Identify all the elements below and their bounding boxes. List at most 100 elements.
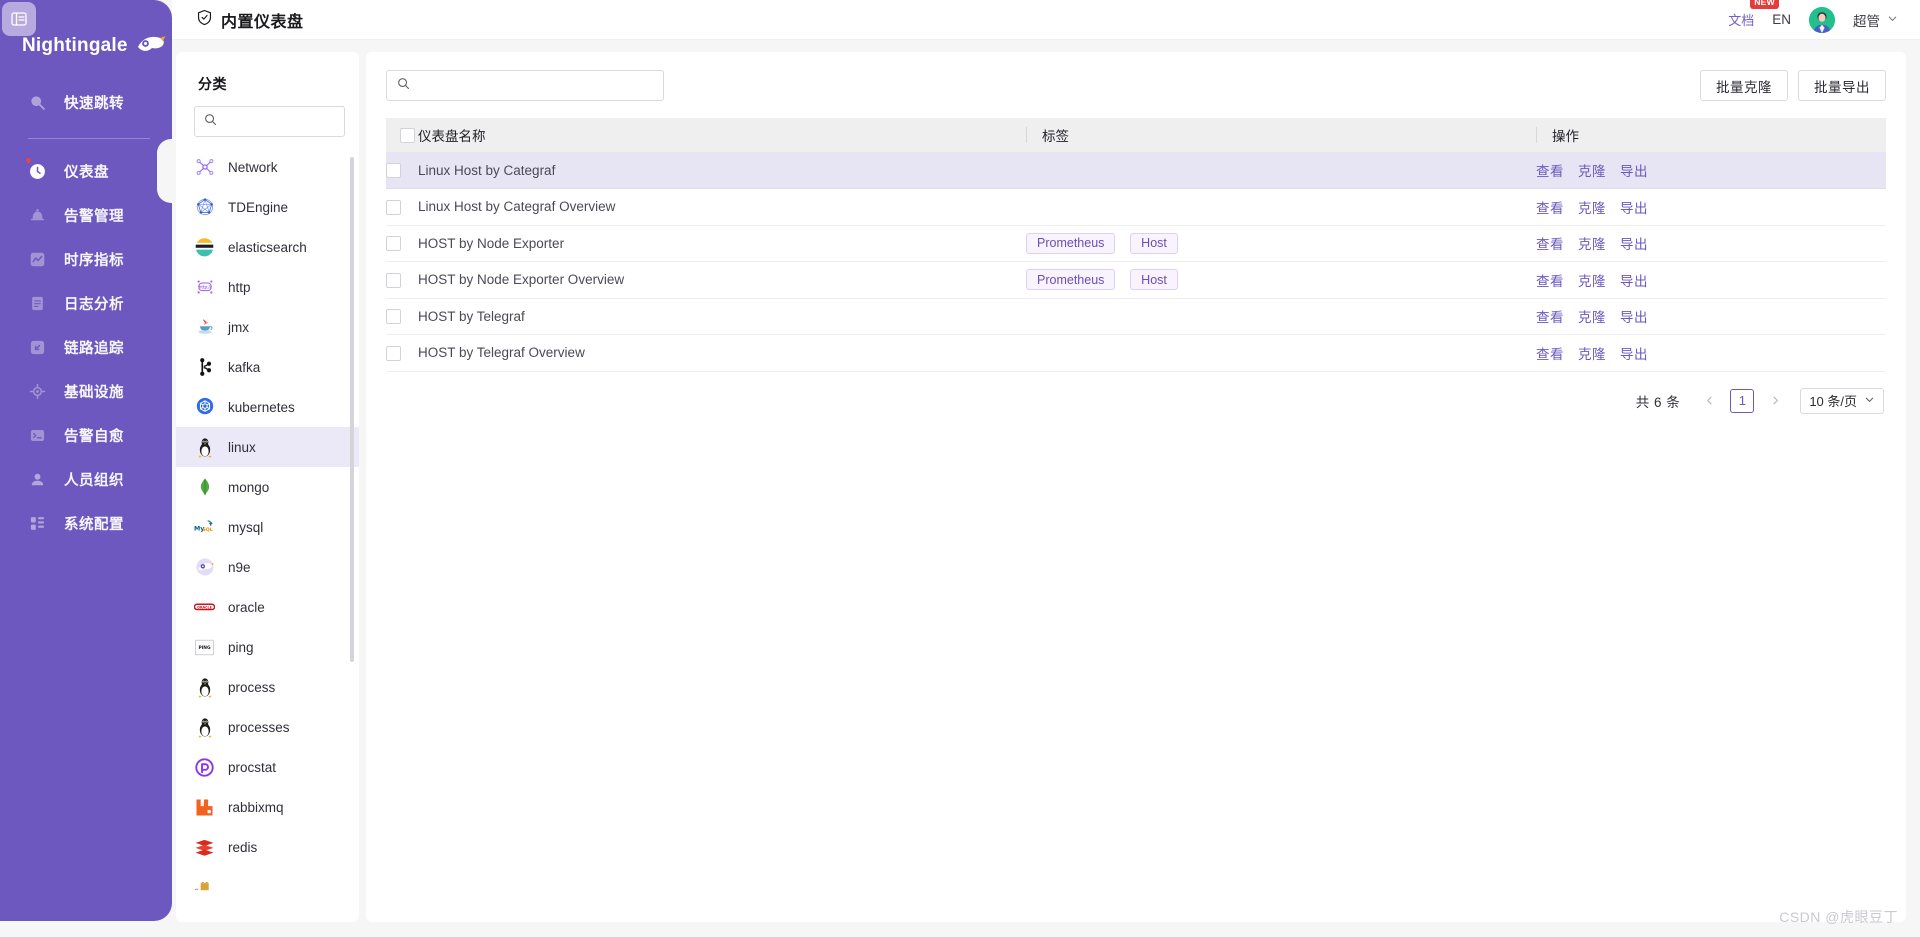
chevron-down-icon (1887, 13, 1898, 27)
tag-badge[interactable]: Host (1130, 269, 1178, 291)
category-item-n9e[interactable]: n9e (176, 547, 359, 587)
ping-icon: PING (194, 637, 215, 658)
sidebar-item-dashboard[interactable]: 仪表盘 (0, 139, 172, 203)
batch-export-button[interactable]: 批量导出 (1798, 70, 1886, 101)
column-header-name: 仪表盘名称 (418, 118, 1026, 152)
category-item-oracle[interactable]: ORACLE oracle (176, 587, 359, 627)
row-checkbox[interactable] (386, 309, 401, 325)
category-item-process[interactable]: process (176, 667, 359, 707)
category-item-jmx[interactable]: jmx (176, 307, 359, 347)
category-item-rabbixmq[interactable]: rabbixmq (176, 787, 359, 827)
row-select-cell (386, 188, 418, 226)
category-item-kafka[interactable]: kafka (176, 347, 359, 387)
sidebar-item-quick-jump[interactable]: 快速跳转 (0, 80, 172, 124)
row-checkbox[interactable] (386, 272, 401, 288)
category-item-partial[interactable] (176, 867, 359, 907)
sidebar-collapse-icon[interactable] (2, 2, 36, 36)
table-row[interactable]: Linux Host by Categraf 查看 克隆 导出 (386, 152, 1886, 189)
category-item-processes[interactable]: processes (176, 707, 359, 747)
sidebar-item-infrastructure[interactable]: 基础设施 (0, 369, 172, 413)
export-link[interactable]: 导出 (1620, 233, 1648, 253)
view-link[interactable]: 查看 (1536, 270, 1564, 290)
list-toolbar: 批量克隆 批量导出 (366, 52, 1906, 101)
chevron-left-icon[interactable] (1697, 389, 1721, 413)
page-size-select[interactable]: 10 条/页 (1800, 387, 1884, 414)
view-link[interactable]: 查看 (1536, 306, 1564, 326)
page-number-1[interactable]: 1 (1730, 388, 1755, 413)
dashboard-search[interactable] (386, 70, 664, 101)
clone-link[interactable]: 克隆 (1578, 270, 1606, 290)
sidebar-item-tracing[interactable]: 链路追踪 (0, 325, 172, 369)
tag-badge[interactable]: Prometheus (1026, 269, 1116, 291)
export-link[interactable]: 导出 (1620, 160, 1648, 180)
row-checkbox[interactable] (386, 236, 401, 252)
table-header-row: 仪表盘名称 标签 操作 (386, 118, 1886, 152)
java-icon (194, 317, 215, 338)
user-menu[interactable]: 超管 (1853, 10, 1898, 30)
category-search-input[interactable] (224, 114, 335, 129)
procstat-icon (194, 757, 215, 778)
sidebar-item-metrics[interactable]: 时序指标 (0, 237, 172, 281)
partial-icon (194, 877, 215, 898)
clone-link[interactable]: 克隆 (1578, 160, 1606, 180)
row-checkbox[interactable] (386, 345, 401, 361)
sidebar-item-logs[interactable]: 日志分析 (0, 281, 172, 325)
row-tags-cell (1026, 188, 1536, 226)
table-row[interactable]: HOST by Node Exporter Overview Prometheu… (386, 261, 1886, 299)
category-item-mongo[interactable]: mongo (176, 467, 359, 507)
category-item-linux[interactable]: linux (176, 427, 359, 467)
docs-link[interactable]: 文档 NEW (1728, 0, 1779, 29)
row-checkbox[interactable] (386, 199, 401, 215)
export-link[interactable]: 导出 (1620, 197, 1648, 217)
category-item-tdengine[interactable]: TDEngine (176, 187, 359, 227)
view-link[interactable]: 查看 (1536, 233, 1564, 253)
table-row[interactable]: Linux Host by Categraf Overview 查看 克隆 导出 (386, 188, 1886, 226)
sidebar-item-label: 人员组织 (64, 472, 124, 489)
row-action-links: 查看 克隆 导出 (1536, 270, 1886, 290)
category-item-elasticsearch[interactable]: elasticsearch (176, 227, 359, 267)
category-item-kubernetes[interactable]: kubernetes (176, 387, 359, 427)
target-icon (28, 382, 46, 400)
document-icon (28, 294, 46, 312)
clone-link[interactable]: 克隆 (1578, 343, 1606, 363)
row-checkbox[interactable] (386, 162, 401, 178)
export-link[interactable]: 导出 (1620, 343, 1648, 363)
avatar[interactable] (1809, 6, 1835, 33)
category-item-procstat[interactable]: procstat (176, 747, 359, 787)
table-row[interactable]: HOST by Telegraf Overview 查看 克隆 导出 (386, 334, 1886, 372)
category-item-ping[interactable]: PING ping (176, 627, 359, 667)
view-link[interactable]: 查看 (1536, 343, 1564, 363)
sidebar-item-system-config[interactable]: 系统配置 (0, 501, 172, 545)
clone-link[interactable]: 克隆 (1578, 306, 1606, 326)
category-item-http[interactable]: http:// http (176, 267, 359, 307)
tag-badge[interactable]: Prometheus (1026, 232, 1116, 254)
sidebar-item-label: 仪表盘 (64, 164, 109, 181)
sidebar-item-label: 时序指标 (64, 252, 124, 269)
sidebar-item-personnel[interactable]: 人员组织 (0, 457, 172, 501)
category-item-mysql[interactable]: My SQL mysql (176, 507, 359, 547)
batch-clone-button[interactable]: 批量克隆 (1700, 70, 1788, 101)
category-item-redis[interactable]: redis (176, 827, 359, 867)
clone-link[interactable]: 克隆 (1578, 233, 1606, 253)
category-item-network[interactable]: Network (176, 147, 359, 187)
row-action-links: 查看 克隆 导出 (1536, 233, 1886, 253)
clone-link[interactable]: 克隆 (1578, 197, 1606, 217)
table-row[interactable]: HOST by Node Exporter Prometheus Host 查看… (386, 225, 1886, 262)
category-item-label: kafka (228, 359, 261, 375)
category-scrollbar[interactable] (350, 157, 354, 662)
notification-dot (26, 158, 31, 163)
sidebar-item-self-healing[interactable]: 告警自愈 (0, 413, 172, 457)
table-row[interactable]: HOST by Telegraf 查看 克隆 导出 (386, 298, 1886, 335)
tag-badge[interactable]: Host (1130, 232, 1178, 254)
export-link[interactable]: 导出 (1620, 306, 1648, 326)
dashboard-search-input[interactable] (417, 78, 653, 93)
category-list[interactable]: Network TDEngine elasticsearch http:// h… (176, 147, 359, 915)
category-search[interactable] (194, 106, 345, 137)
language-switch[interactable]: EN (1772, 12, 1791, 27)
sidebar-item-alerts[interactable]: 告警管理 (0, 193, 172, 237)
view-link[interactable]: 查看 (1536, 197, 1564, 217)
select-all-checkbox[interactable] (400, 127, 415, 143)
export-link[interactable]: 导出 (1620, 270, 1648, 290)
view-link[interactable]: 查看 (1536, 160, 1564, 180)
chevron-right-icon[interactable] (1763, 389, 1787, 413)
